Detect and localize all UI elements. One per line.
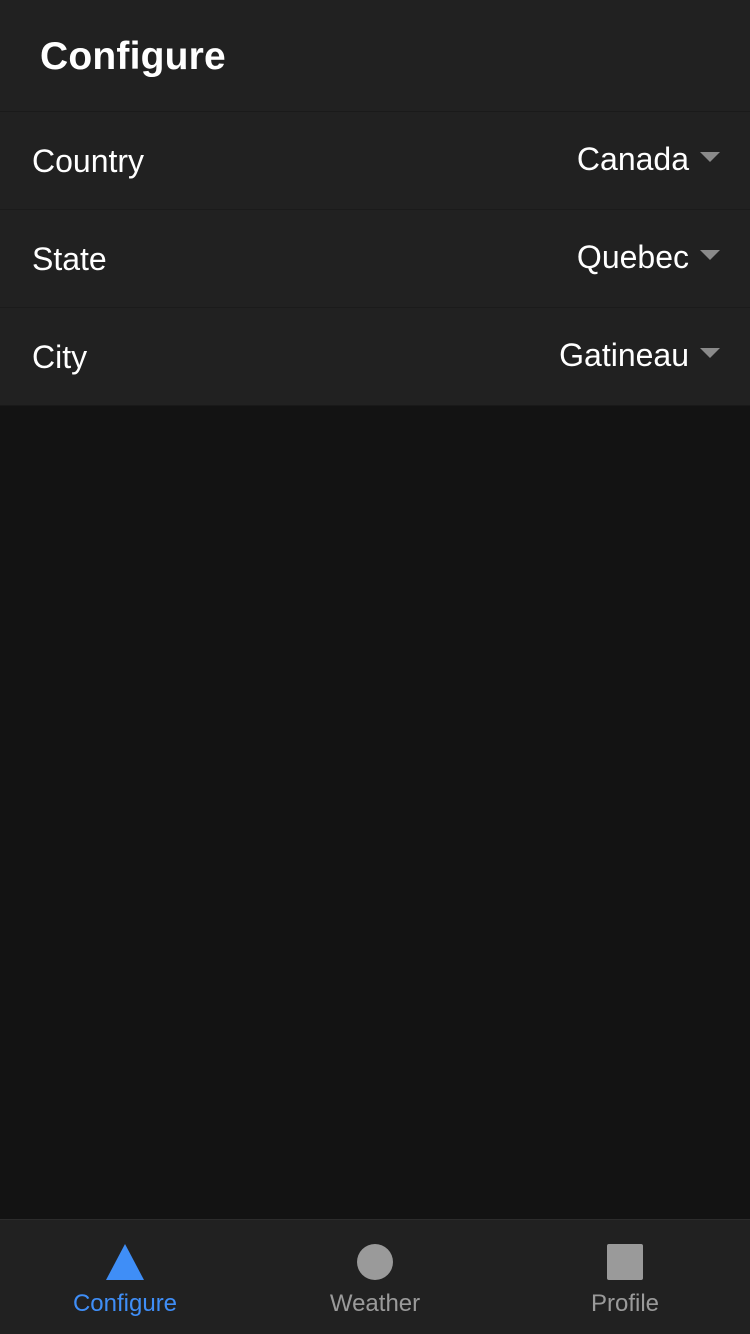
country-label: Country bbox=[32, 143, 145, 179]
state-dropdown[interactable]: Quebec bbox=[577, 238, 720, 276]
country-value[interactable]: Canada bbox=[577, 140, 689, 178]
triangle-icon[interactable] bbox=[105, 1242, 145, 1282]
state-row: State Quebec bbox=[0, 210, 750, 308]
settings-list: Country Canada State Quebec City Gatinea… bbox=[0, 112, 750, 406]
caret-down-icon[interactable] bbox=[700, 348, 720, 358]
circle-icon[interactable] bbox=[355, 1242, 395, 1282]
square-icon[interactable] bbox=[605, 1242, 645, 1282]
caret-down-icon[interactable] bbox=[700, 250, 720, 260]
city-row: City Gatineau bbox=[0, 308, 750, 406]
city-dropdown[interactable]: Gatineau bbox=[559, 336, 720, 374]
tab-bar: Configure Weather Profile bbox=[0, 1219, 750, 1334]
tab-weather[interactable]: Weather bbox=[250, 1220, 500, 1334]
tab-weather-label[interactable]: Weather bbox=[250, 1290, 500, 1318]
page-title: Configure bbox=[40, 35, 226, 78]
country-dropdown[interactable]: Canada bbox=[577, 140, 720, 178]
state-value[interactable]: Quebec bbox=[577, 238, 689, 276]
tab-configure[interactable]: Configure bbox=[0, 1220, 250, 1334]
app-screen: Configure Country Canada State Quebec Ci… bbox=[0, 0, 750, 1334]
tab-configure-label[interactable]: Configure bbox=[0, 1290, 250, 1318]
city-value[interactable]: Gatineau bbox=[559, 336, 689, 374]
header: Configure bbox=[0, 0, 750, 112]
country-row: Country Canada bbox=[0, 112, 750, 210]
tab-profile-label[interactable]: Profile bbox=[500, 1290, 750, 1318]
tab-profile[interactable]: Profile bbox=[500, 1220, 750, 1334]
city-label: City bbox=[32, 339, 88, 375]
state-label: State bbox=[32, 241, 107, 277]
caret-down-icon[interactable] bbox=[700, 152, 720, 162]
